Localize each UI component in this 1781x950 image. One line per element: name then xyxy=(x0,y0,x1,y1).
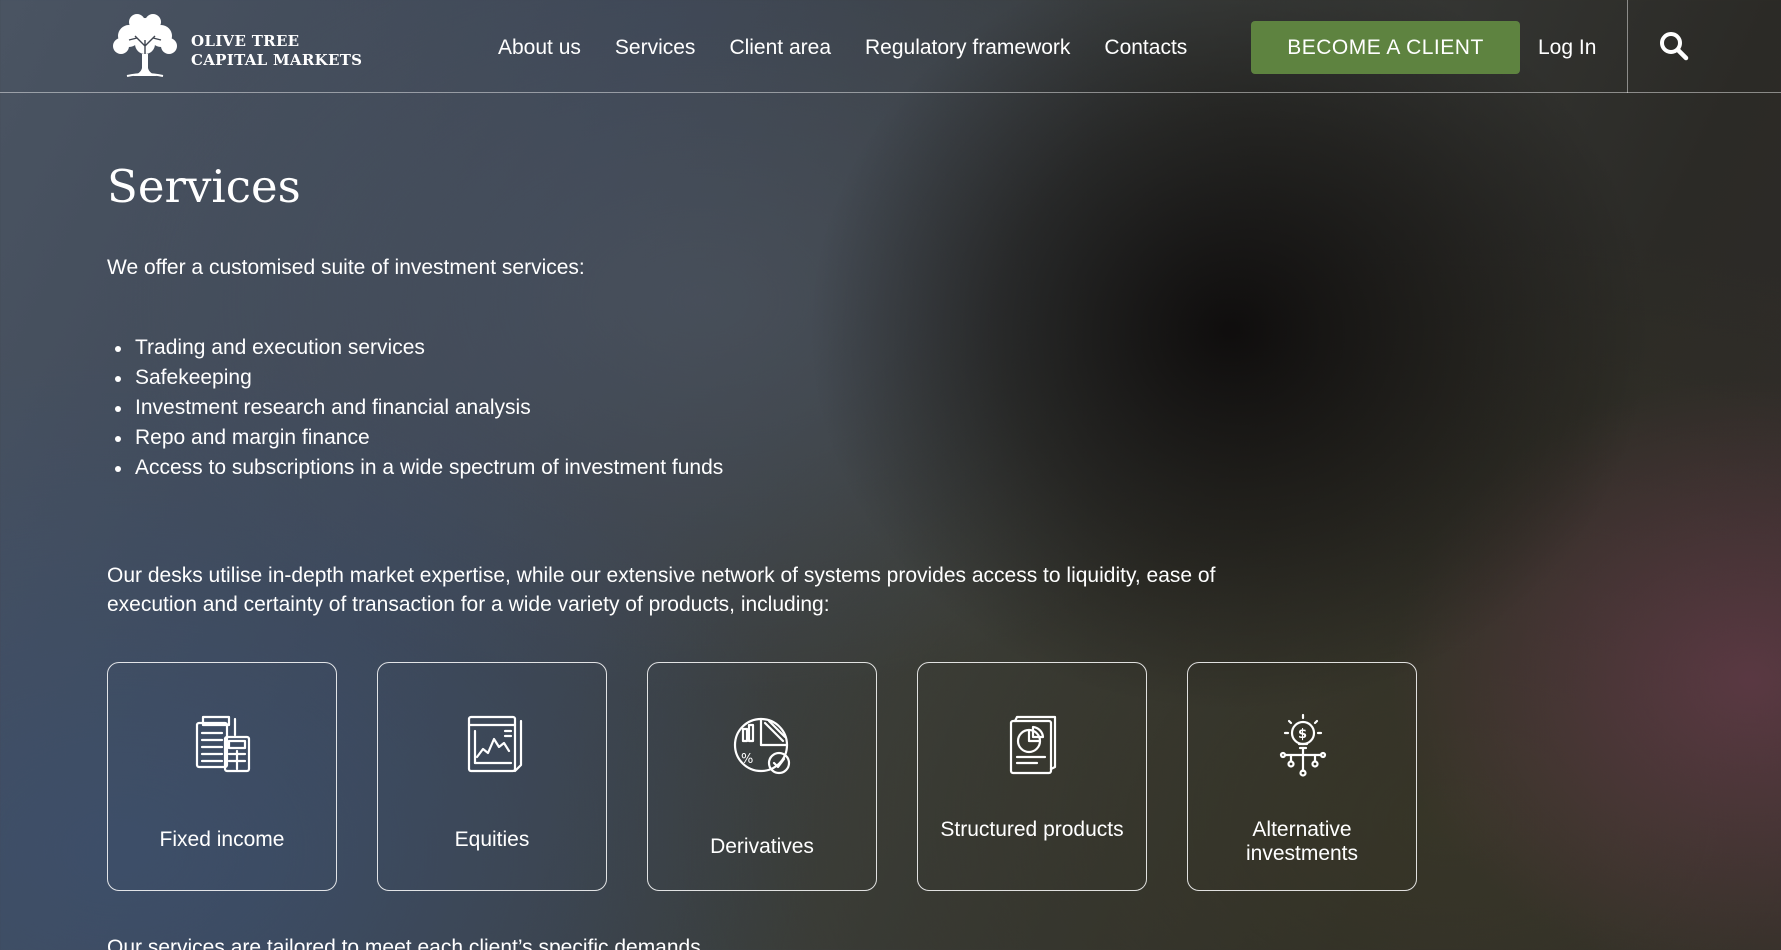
nav-item-client-area[interactable]: Client area xyxy=(729,36,831,60)
brand-name: OLIVE TREE CAPITAL MARKETS xyxy=(191,32,362,70)
product-card-structured-products[interactable]: Structured products xyxy=(917,662,1147,891)
nav-item-services[interactable]: Services xyxy=(615,36,696,60)
nav-item-contacts[interactable]: Contacts xyxy=(1104,36,1187,60)
tailored-services-text: Our services are tailored to meet each c… xyxy=(107,936,707,950)
product-card-alternative-investments[interactable]: $ Alternative investments xyxy=(1187,662,1417,891)
documents-calculator-icon xyxy=(195,715,251,773)
become-a-client-button[interactable]: BECOME A CLIENT xyxy=(1251,21,1520,74)
report-pie-icon xyxy=(1009,715,1057,775)
main-nav: About us Services Client area Regulatory… xyxy=(498,36,1221,60)
site-header: OLIVE TREE CAPITAL MARKETS About us Serv… xyxy=(0,0,1781,93)
svg-text:%: % xyxy=(741,752,753,767)
product-label: Structured products xyxy=(940,818,1124,841)
svg-text:$: $ xyxy=(1298,727,1307,742)
product-card-equities[interactable]: Equities xyxy=(377,662,607,891)
product-label: Alternative investments xyxy=(1245,818,1359,865)
brand-line-2: CAPITAL MARKETS xyxy=(191,51,363,69)
list-item: Access to subscriptions in a wide spectr… xyxy=(107,453,723,483)
list-item: Repo and margin finance xyxy=(107,423,723,453)
product-label: Derivatives xyxy=(710,835,814,858)
nav-item-about-us[interactable]: About us xyxy=(498,36,581,60)
product-card-derivatives[interactable]: % Derivatives xyxy=(647,662,877,891)
brand-line-1: OLIVE TREE xyxy=(191,32,300,50)
chart-report-icon xyxy=(467,715,523,773)
search-icon xyxy=(1660,32,1689,61)
idea-dollar-icon: $ xyxy=(1279,713,1327,777)
list-item: Trading and execution services xyxy=(107,333,723,363)
logo[interactable]: OLIVE TREE CAPITAL MARKETS xyxy=(107,10,362,80)
nav-item-regulatory-framework[interactable]: Regulatory framework xyxy=(865,36,1070,60)
intro-text: We offer a customised suite of investmen… xyxy=(107,256,585,279)
list-item: Investment research and financial analys… xyxy=(107,393,723,423)
services-list: Trading and execution services Safekeepi… xyxy=(107,333,723,483)
product-label: Fixed income xyxy=(159,828,285,851)
product-card-fixed-income[interactable]: Fixed income xyxy=(107,662,337,891)
login-link[interactable]: Log In xyxy=(1538,36,1596,60)
search-button[interactable] xyxy=(1658,30,1690,62)
header-divider xyxy=(1627,0,1628,93)
list-item: Safekeeping xyxy=(107,363,723,393)
desk-description: Our desks utilise in-depth market expert… xyxy=(107,564,1216,616)
olive-tree-logo-icon xyxy=(113,14,177,77)
product-cards: Fixed income Equities % Derivatives Stru… xyxy=(107,662,1457,891)
page-title: Services xyxy=(107,160,301,213)
pie-chart-percent-icon: % xyxy=(733,717,791,775)
product-label: Equities xyxy=(454,828,530,851)
